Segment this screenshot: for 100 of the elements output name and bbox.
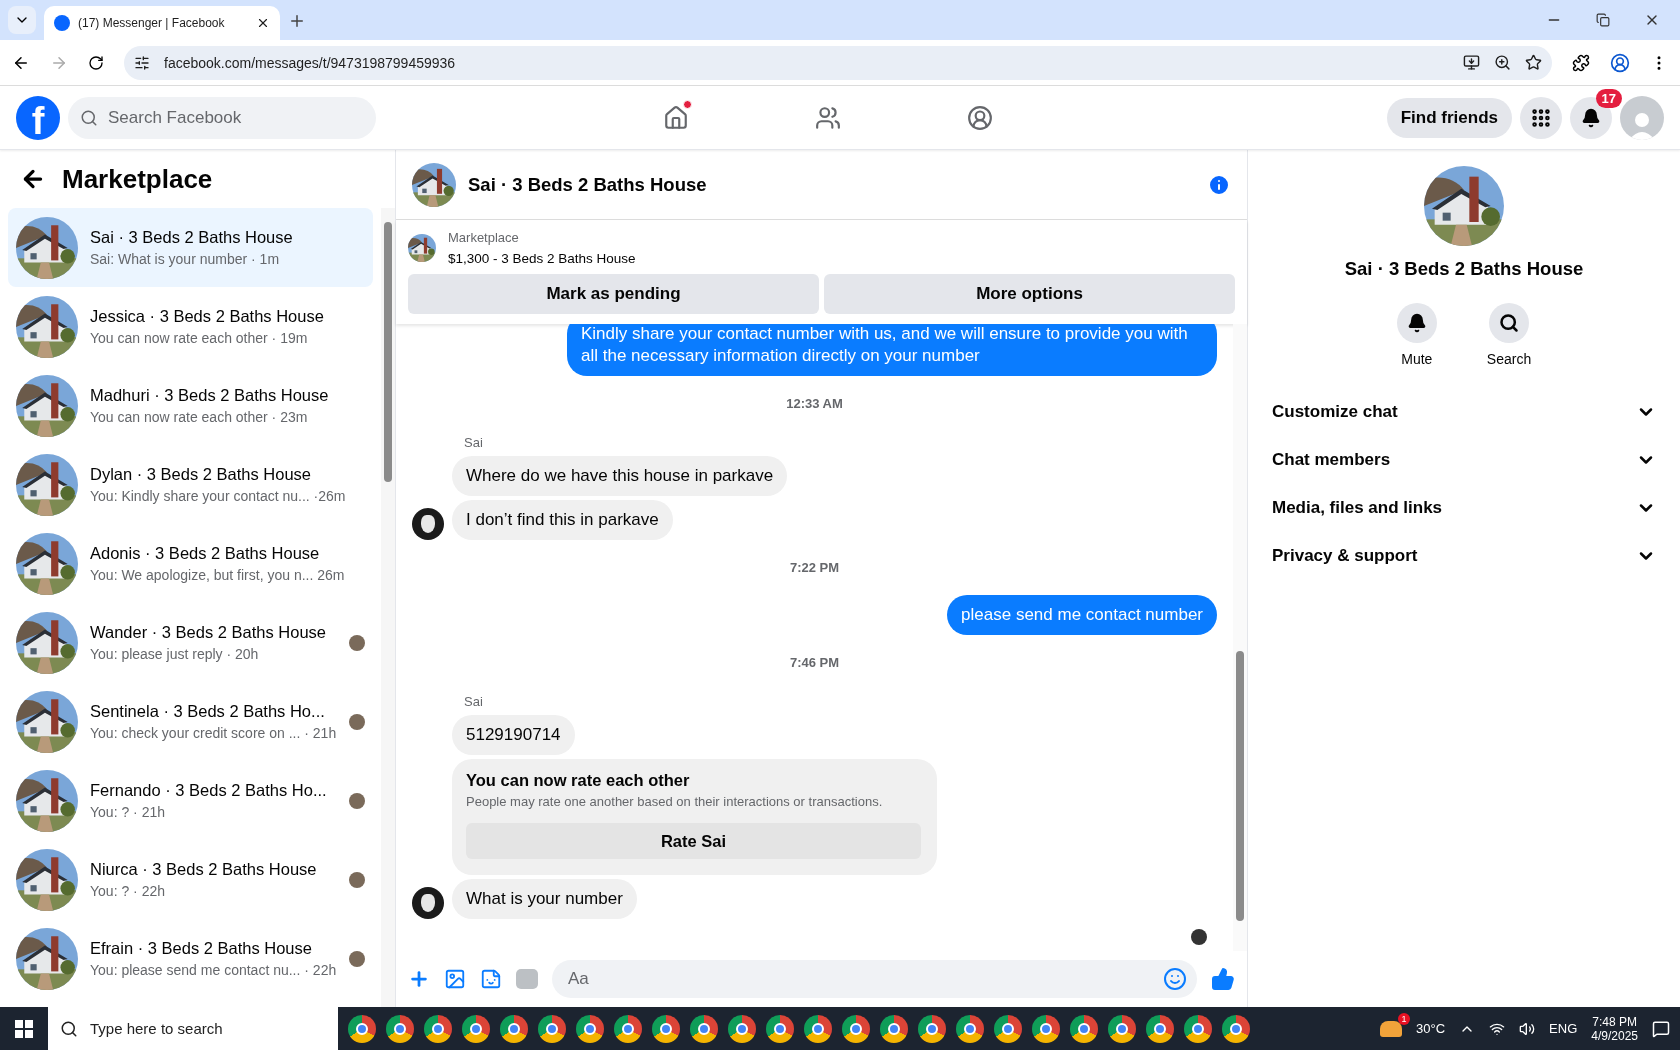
timestamp: 7:22 PM [789, 560, 840, 575]
browser-icon[interactable] [576, 1014, 604, 1043]
section-header[interactable]: Media, files and links [1264, 484, 1664, 532]
browser-icon[interactable] [462, 1014, 490, 1043]
conversation-item[interactable]: Efrain · 3 Beds 2 Baths House You: please send me contact nu... · 22h [8, 919, 373, 998]
browser-icon[interactable] [880, 1014, 908, 1043]
extensions-icon[interactable] [1572, 53, 1590, 72]
browser-icon[interactable] [538, 1014, 566, 1043]
restore-icon[interactable] [1596, 13, 1610, 27]
browser-icon[interactable] [804, 1014, 832, 1043]
conversation-item[interactable]: Sai · 3 Beds 2 Baths House Sai: What is your number · 1m [8, 208, 373, 287]
received-message: 5129190714 [452, 715, 575, 755]
temperature[interactable]: 30°C [1416, 1021, 1446, 1036]
scrollbar-thumb[interactable] [384, 222, 392, 482]
sticker-icon[interactable] [480, 968, 502, 990]
scrollbar-thumb[interactable] [1236, 651, 1244, 921]
browser-icon[interactable] [728, 1014, 756, 1043]
install-icon[interactable] [1463, 54, 1480, 71]
listing-button[interactable]: More options [824, 274, 1235, 314]
bookmark-icon[interactable] [1525, 54, 1542, 71]
conversation-preview: Sai: What is your number · 1m [90, 251, 281, 267]
search-bar[interactable]: Search Facebook [68, 96, 376, 139]
conversation-item[interactable]: Niurca · 3 Beds 2 Baths House You: ? · 22h [8, 840, 373, 919]
browser-icon[interactable] [500, 1014, 528, 1043]
browser-icon[interactable] [1070, 1014, 1098, 1043]
emoji-icon[interactable] [1163, 967, 1187, 991]
like-icon[interactable] [1211, 967, 1235, 991]
browser-icon[interactable] [1222, 1014, 1250, 1043]
conversation-name: Niurca · 3 Beds 2 Baths House [90, 860, 318, 879]
conversation-name: Dylan · 3 Beds 2 Baths House [90, 465, 313, 484]
conversation-name: Fernando · 3 Beds 2 Baths Ho... [90, 781, 328, 800]
close-icon[interactable] [256, 16, 270, 30]
rate-button[interactable]: Rate Sai [466, 823, 921, 859]
browser-icon[interactable] [386, 1014, 414, 1043]
taskbar-search-bar[interactable]: Type here to search [48, 1007, 338, 1050]
new-tab-button[interactable] [288, 12, 306, 30]
conversation-preview: You: ? · 21h [90, 804, 166, 820]
tab-search-button[interactable] [8, 6, 36, 34]
card-description: People may rate one another based on their interactions or transactions. [466, 794, 884, 809]
timestamp: 7:46 PM [789, 655, 840, 670]
browser-icon[interactable] [842, 1014, 870, 1043]
search-button[interactable]: Search [1480, 302, 1538, 368]
browser-icon[interactable] [766, 1014, 794, 1043]
browser-icon[interactable] [1108, 1014, 1136, 1043]
browser-icon[interactable] [1184, 1014, 1212, 1043]
address-bar[interactable]: facebook.com/messages/t/9473198799459936 [124, 45, 1552, 80]
section-header[interactable]: Customize chat [1264, 388, 1664, 436]
conversation-item[interactable]: Fernando · 3 Beds 2 Baths Ho... You: ? · 21h [8, 761, 373, 840]
listing-button[interactable]: Mark as pending [408, 274, 819, 314]
section-header[interactable]: Privacy & support [1264, 532, 1664, 580]
weather-badge: 1 [1398, 1012, 1411, 1025]
message-bar[interactable]: Aa [552, 960, 1197, 998]
sender-name: Sai [464, 435, 483, 450]
browser-icon[interactable] [652, 1014, 680, 1043]
section-header[interactable]: Chat members [1264, 436, 1664, 484]
volume-icon[interactable] [1519, 1020, 1536, 1037]
message-input[interactable]: Aa [566, 968, 1163, 990]
browser-tab[interactable]: (17) Messenger | Facebook [44, 6, 280, 40]
add-icon[interactable] [408, 968, 430, 990]
menu-button[interactable] [1520, 96, 1562, 139]
home-icon [663, 105, 689, 131]
conversation-item[interactable]: Dylan · 3 Beds 2 Baths House You: Kindly share your contact nu... ·26m [8, 445, 373, 524]
browser-icon[interactable] [1146, 1014, 1174, 1043]
browser-icon[interactable] [956, 1014, 984, 1043]
browser-icon[interactable] [994, 1014, 1022, 1043]
weather-icon[interactable] [1380, 1020, 1403, 1037]
mute-button[interactable]: Mute [1390, 302, 1443, 368]
bell-icon [1581, 107, 1601, 128]
zoom-icon[interactable] [1494, 54, 1511, 71]
conversation-preview: You: please just reply · 20h [90, 646, 260, 662]
site-settings-icon[interactable] [134, 54, 150, 71]
search-input[interactable]: Search Facebook [106, 106, 364, 129]
conversation-item[interactable]: Wander · 3 Beds 2 Baths House You: please just reply · 20h [8, 603, 373, 682]
seen-avatar [1191, 929, 1207, 945]
find-friends-button[interactable]: Find friends [1386, 97, 1512, 138]
conversation-item[interactable]: Adonis · 3 Beds 2 Baths House You: We apologize, but first, you n... 26m [8, 524, 373, 603]
browser-icon[interactable] [424, 1014, 452, 1043]
conversation-item[interactable]: Jessica · 3 Beds 2 Baths House You can now rate each other · 19m [8, 287, 373, 366]
browser-icon[interactable] [690, 1014, 718, 1043]
conversation-item[interactable]: Sentinela · 3 Beds 2 Baths Ho... You: check your credit score on ... · 21h [8, 682, 373, 761]
browser-icon[interactable] [348, 1014, 376, 1043]
groups-icon [967, 105, 993, 131]
reload-icon[interactable] [88, 54, 104, 71]
sidebar-title: Marketplace [62, 163, 213, 195]
image-icon[interactable] [444, 968, 466, 990]
sent-message: Kindly share your contact number with us, and we will ensure to provide you with all the necessary information directly on your number [567, 324, 1217, 376]
browser-icon[interactable] [918, 1014, 946, 1043]
timestamp: 12:33 AM [786, 396, 843, 411]
clock[interactable]: 7:48 PM 4/9/2025 [1591, 1014, 1638, 1043]
notifications-icon[interactable] [1652, 1019, 1670, 1038]
browser-icon[interactable] [1032, 1014, 1060, 1043]
contact-name: Sai · 3 Beds 2 Baths House [1343, 258, 1585, 280]
conversation-item[interactable]: Madhuri · 3 Beds 2 Baths House You can now rate each other · 23m [8, 366, 373, 445]
taskbar-search-input[interactable]: Type here to search [88, 1019, 288, 1038]
language[interactable]: ENG [1549, 1021, 1578, 1036]
listing-title: $1,300 - 3 Beds 2 Baths House [448, 251, 636, 266]
facebook-logo[interactable]: f [16, 95, 60, 140]
browser-icon[interactable] [614, 1014, 642, 1043]
conversation-preview: You can now rate each other · 19m [90, 330, 309, 346]
profile-icon[interactable] [1610, 52, 1630, 73]
